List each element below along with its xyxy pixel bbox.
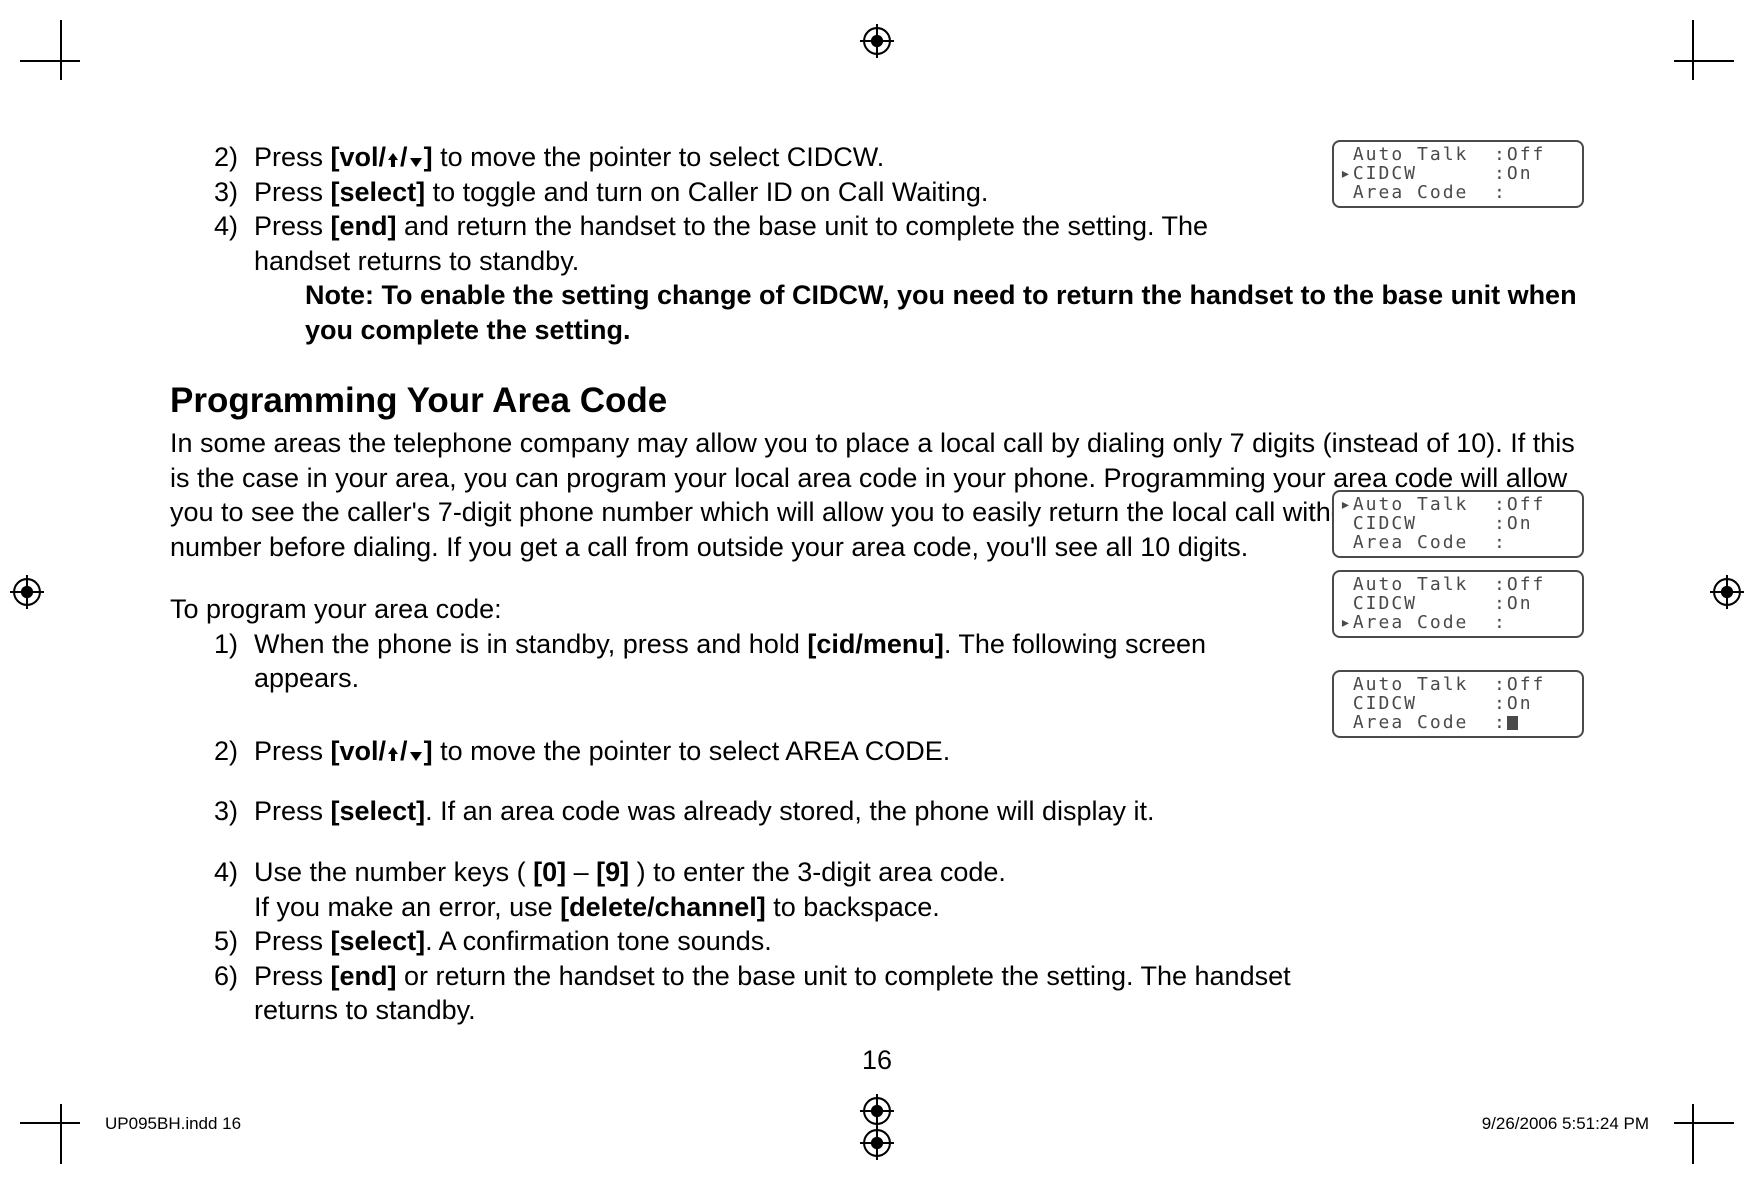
- page-number: 16: [0, 1045, 1754, 1076]
- lcd-line: CIDCW :On: [1340, 513, 1533, 534]
- list-item: 4) Press [end] and return the handset to…: [214, 209, 1294, 278]
- key-label: [vol/: [331, 142, 387, 172]
- crop-mark-upper-right: [1650, 20, 1734, 104]
- text: If you make an error, use: [254, 892, 560, 922]
- lcd-line: Area Code :: [1340, 532, 1507, 553]
- key-label: ]: [424, 142, 433, 172]
- text: to move the pointer to select CIDCW.: [433, 142, 885, 172]
- crop-mark-lower-left: [20, 1080, 104, 1164]
- text: Press: [254, 211, 331, 241]
- registration-mark-icon: [1710, 575, 1744, 609]
- list-number: 2): [214, 734, 254, 769]
- footer-filename: UP095BH.indd 16: [105, 1114, 241, 1134]
- list-item: 2) Press [vol//] to move the pointer to …: [214, 140, 1294, 175]
- list-number: 2): [214, 140, 254, 175]
- key-label: [vol/: [331, 736, 387, 766]
- text: Press: [254, 736, 331, 766]
- text: to backspace.: [766, 892, 940, 922]
- text: Press: [254, 961, 331, 991]
- arrow-up-icon: [386, 746, 400, 762]
- key-label: [delete/channel]: [560, 892, 766, 922]
- text: or return the handset to the base unit t…: [254, 961, 1291, 1026]
- lcd-line: Auto Talk :Off: [1340, 574, 1545, 595]
- lcd-line: ▸Area Code :: [1340, 612, 1507, 633]
- list-item: 2) Press [vol//] to move the pointer to …: [214, 734, 1294, 769]
- arrow-down-icon: [408, 750, 424, 762]
- key-label: [9]: [596, 857, 629, 887]
- list-number: 4): [214, 855, 254, 924]
- lcd-line: ▸CIDCW :On: [1340, 163, 1533, 184]
- lcd-line: Auto Talk :Off: [1340, 674, 1545, 695]
- arrow-down-icon: [408, 156, 424, 168]
- list-item: 6) Press [end] or return the handset to …: [214, 959, 1294, 1028]
- list-number: 3): [214, 175, 254, 210]
- key-label: [cid/menu]: [807, 629, 944, 659]
- lcd-screen-autotalk-selected: ▸Auto Talk :Off CIDCW :On Area Code :: [1332, 490, 1584, 558]
- text: . A confirmation tone sounds.: [425, 926, 772, 956]
- list-number: 5): [214, 924, 254, 959]
- text: Press: [254, 142, 331, 172]
- text: Press: [254, 796, 331, 826]
- lcd-line: Auto Talk :Off: [1340, 144, 1545, 165]
- text: to toggle and turn on Caller ID on Call …: [425, 177, 988, 207]
- lcd-line: Area Code :: [1340, 712, 1507, 733]
- key-label: [0]: [533, 857, 566, 887]
- list-number: 3): [214, 794, 254, 829]
- cidcw-steps: 2) Press [vol//] to move the pointer to …: [170, 140, 1294, 278]
- key-label: ]: [424, 736, 433, 766]
- crop-mark-upper-left: [20, 20, 104, 104]
- list-item: 1) When the phone is in standby, press a…: [214, 627, 1294, 696]
- list-number: 4): [214, 209, 254, 278]
- text: . If an area code was already stored, th…: [425, 796, 1154, 826]
- page-content: Auto Talk :Off ▸CIDCW :On Area Code : ▸A…: [170, 140, 1584, 1044]
- registration-mark-icon: [10, 575, 44, 609]
- text: –: [566, 857, 596, 887]
- key-label: [end]: [331, 211, 397, 241]
- lcd-screen-areacode-selected: Auto Talk :Off CIDCW :On ▸Area Code :: [1332, 570, 1584, 638]
- arrow-up-icon: [386, 152, 400, 168]
- cursor-icon: [1507, 716, 1518, 730]
- text: to move the pointer to select AREA CODE.: [433, 736, 951, 766]
- key-label: [select]: [331, 177, 426, 207]
- text: ) to enter the 3-digit area code.: [629, 857, 1006, 887]
- list-item: 4) Use the number keys ( [0] – [9] ) to …: [214, 855, 1294, 924]
- crop-mark-lower-right: [1650, 1080, 1734, 1164]
- text: Press: [254, 926, 331, 956]
- lcd-line: Area Code :: [1340, 182, 1507, 203]
- text: and return the handset to the base unit …: [254, 211, 1208, 276]
- section-heading: Programming Your Area Code: [170, 379, 1584, 424]
- footer-meta: UP095BH.indd 16 9/26/2006 5:51:24 PM: [105, 1114, 1649, 1134]
- list-number: 1): [214, 627, 254, 696]
- text: Use the number keys (: [254, 857, 533, 887]
- lcd-line: ▸Auto Talk :Off: [1340, 494, 1545, 515]
- lcd-line: CIDCW :On: [1340, 593, 1533, 614]
- text: Press: [254, 177, 331, 207]
- lcd-line: CIDCW :On: [1340, 693, 1533, 714]
- list-item: 3) Press [select]. If an area code was a…: [214, 794, 1294, 829]
- list-item: 3) Press [select] to toggle and turn on …: [214, 175, 1294, 210]
- key-label: [end]: [331, 961, 397, 991]
- area-code-steps: 1) When the phone is in standby, press a…: [170, 627, 1294, 1028]
- text: When the phone is in standby, press and …: [254, 629, 807, 659]
- lcd-screen-areacode-entry: Auto Talk :Off CIDCW :On Area Code :: [1332, 670, 1584, 738]
- list-item: 5) Press [select]. A confirmation tone s…: [214, 924, 1294, 959]
- lcd-screen-cidcw-selected: Auto Talk :Off ▸CIDCW :On Area Code :: [1332, 140, 1584, 208]
- footer-timestamp: 9/26/2006 5:51:24 PM: [1482, 1114, 1649, 1134]
- list-number: 6): [214, 959, 254, 1028]
- key-label: [select]: [331, 796, 426, 826]
- key-label: [select]: [331, 926, 426, 956]
- note-text: Note: To enable the setting change of CI…: [170, 278, 1584, 347]
- registration-mark-icon: [860, 24, 894, 58]
